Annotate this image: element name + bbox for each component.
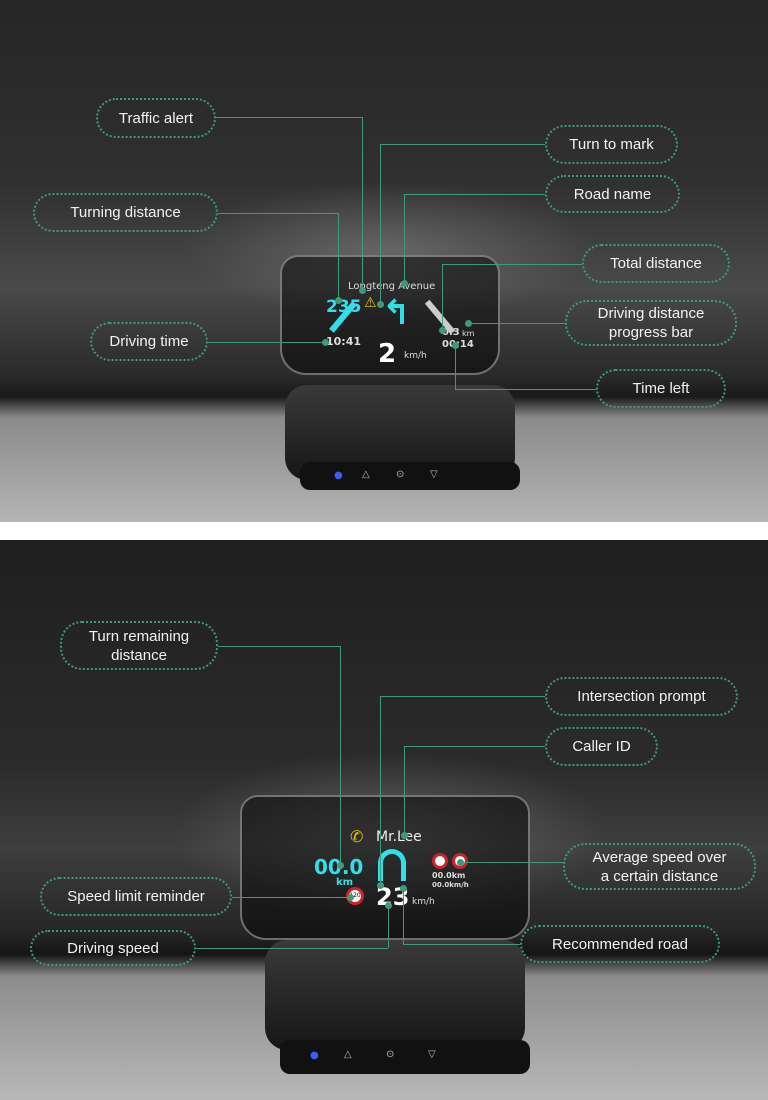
down-button-icon[interactable]: ▽	[428, 1049, 436, 1060]
speed-camera-sign-icon	[432, 853, 448, 869]
hud-avg-speed: 00.0km/h	[432, 881, 469, 889]
device-buttons: ● △ ⊙ ▽	[300, 462, 520, 490]
label-total-distance: Total distance	[582, 244, 730, 283]
power-led-icon: ●	[334, 470, 343, 481]
label-time-left: Time left	[596, 369, 726, 408]
down-button-icon[interactable]: ▽	[430, 469, 438, 480]
hud-glass: ✆ Mr.Lee 00.0 km 120 23 km/h 00.0km 00.0…	[240, 795, 530, 940]
up-button-icon[interactable]: △	[362, 469, 370, 480]
hud-driving-time: 10:41	[326, 335, 362, 348]
label-caller-id: Caller ID	[545, 727, 658, 766]
label-speed-limit-reminder: Speed limit reminder	[40, 877, 232, 916]
label-driving-speed: Driving speed	[30, 930, 196, 966]
device-buttons: ● △ ⊙ ▽	[280, 1040, 530, 1074]
label-intersection-prompt: Intersection prompt	[545, 677, 738, 716]
hud-speed-unit: km/h	[404, 351, 427, 361]
label-road-name: Road name	[545, 175, 680, 213]
ok-button-icon[interactable]: ⊙	[396, 469, 404, 480]
up-button-icon[interactable]: △	[344, 1049, 352, 1060]
label-turn-remaining-distance: Turn remaining distance	[60, 621, 218, 670]
hud-speed-unit: km/h	[412, 897, 435, 907]
bottom-product-panel: ✆ Mr.Lee 00.0 km 120 23 km/h 00.0km 00.0…	[0, 540, 768, 1100]
intersection-tunnel-icon	[378, 849, 406, 881]
hud-device	[265, 940, 525, 1050]
label-recommended-road: Recommended road	[520, 925, 720, 963]
label-progress-bar: Driving distance progress bar	[565, 300, 737, 346]
power-led-icon: ●	[310, 1050, 319, 1061]
hud-caller: Mr.Lee	[376, 829, 422, 845]
traffic-alert-icon: ⚠	[364, 295, 377, 311]
label-turning-distance: Turning distance	[33, 193, 218, 232]
hud-avg-distance: 00.0km	[432, 871, 466, 880]
label-driving-time: Driving time	[90, 322, 208, 361]
ok-button-icon[interactable]: ⊙	[386, 1049, 394, 1060]
phone-icon: ✆	[350, 827, 364, 846]
label-traffic-alert: Traffic alert	[96, 98, 216, 138]
label-turn-to-mark: Turn to mark	[545, 125, 678, 164]
hud-turn-remaining-unit: km	[336, 877, 354, 888]
turn-left-arrow-icon: ↰	[382, 293, 411, 333]
label-average-speed: Average speed over a certain distance	[563, 843, 756, 890]
hud-total-distance-unit: km	[462, 329, 475, 338]
top-product-panel: Longteng Avenue 235 ⚠ ↰ 10:41 2 km/h 0.3…	[0, 0, 768, 522]
hud-speed: 2	[378, 339, 397, 369]
hud-glass: Longteng Avenue 235 ⚠ ↰ 10:41 2 km/h 0.3…	[280, 255, 500, 375]
